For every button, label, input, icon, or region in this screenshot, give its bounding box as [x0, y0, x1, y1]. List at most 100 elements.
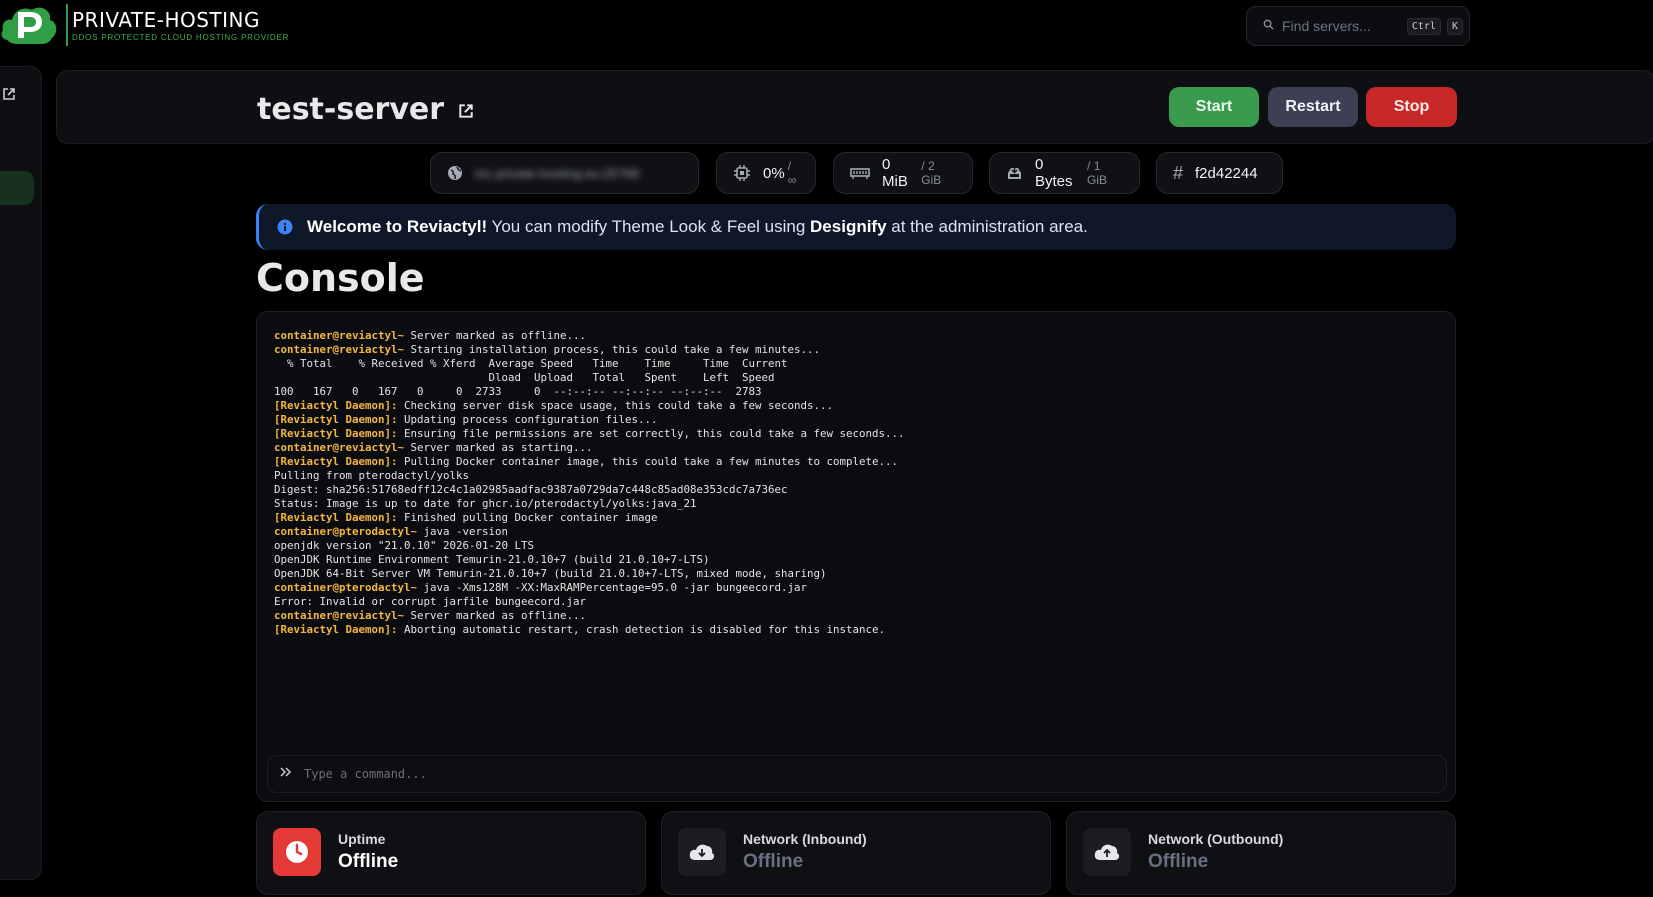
- cloud-upload-icon: [1083, 828, 1131, 876]
- console-line: OpenJDK Runtime Environment Temurin-21.0…: [274, 553, 1434, 567]
- console-line-prefix: container@reviactyl~: [274, 609, 405, 622]
- console-line-text: % Total % Received % Xferd Average Speed…: [274, 357, 788, 370]
- network-inbound-card: Network (Inbound) Offline: [661, 811, 1051, 895]
- shortcut-key: K: [1446, 17, 1463, 35]
- brand-title: PRIVATE-HOSTING: [72, 8, 261, 32]
- cloud-download-icon: [678, 828, 726, 876]
- sidebar: [0, 66, 42, 880]
- notice-lead: Welcome to Reviactyl!: [307, 217, 488, 236]
- console-line-prefix: container@reviactyl~: [274, 441, 405, 454]
- console-line: openjdk version "21.0.10" 2026-01-20 LTS: [274, 539, 1434, 553]
- console-line: [Reviactyl Daemon]: Finished pulling Doc…: [274, 511, 1434, 525]
- memory-pill: 0 MiB / 2 GiB: [833, 152, 973, 194]
- console-line: [Reviactyl Daemon]: Aborting automatic r…: [274, 623, 1434, 637]
- console-line: 100 167 0 167 0 0 2733 0 --:--:-- --:--:…: [274, 385, 1434, 399]
- console-line-prefix: container@reviactyl~: [274, 343, 405, 356]
- sidebar-item-active[interactable]: [0, 171, 34, 205]
- console-heading: Console: [256, 256, 425, 300]
- console-line-prefix: [Reviactyl Daemon]:: [274, 399, 398, 412]
- console-line: OpenJDK 64-Bit Server VM Temurin-21.0.10…: [274, 567, 1434, 581]
- console-line-prefix: container@pterodactyl~: [274, 525, 418, 538]
- external-link-icon[interactable]: [458, 92, 474, 127]
- uptime-value: Offline: [338, 851, 399, 872]
- console-line-text: Updating process configuration files...: [397, 413, 658, 426]
- restart-button[interactable]: Restart: [1268, 87, 1358, 127]
- brand-logo[interactable]: PRIVATE-HOSTING DDOS PROTECTED CLOUD HOS…: [0, 0, 289, 50]
- console-line: container@reviactyl~ Server marked as of…: [274, 609, 1434, 623]
- console-line-prefix: [Reviactyl Daemon]:: [274, 623, 398, 636]
- console-line-text: Server marked as starting...: [404, 441, 593, 454]
- console-line-prefix: container@reviactyl~: [274, 329, 405, 342]
- command-input[interactable]: [304, 767, 1446, 781]
- console-line: Digest: sha256:51768edff12c4c1a02985aadf…: [274, 483, 1434, 497]
- uptime-card: Uptime Offline: [256, 811, 646, 895]
- disk-pill: 0 Bytes / 1 GiB: [989, 152, 1140, 194]
- console-line-prefix: container@pterodactyl~: [274, 581, 418, 594]
- console-line-text: Server marked as offline...: [404, 329, 587, 342]
- console-line-text: Ensuring file permissions are set correc…: [397, 427, 905, 440]
- console-output[interactable]: container@reviactyl~ Server marked as of…: [274, 329, 1434, 637]
- stop-button[interactable]: Stop: [1366, 87, 1457, 127]
- console-line-text: Pulling from pterodactyl/yolks: [274, 469, 470, 482]
- memory-limit: / 2 GiB: [921, 159, 942, 187]
- console-line-text: Finished pulling Docker container image: [397, 511, 658, 524]
- console-line-text: Server marked as offline...: [404, 609, 587, 622]
- hash-icon: #: [1173, 162, 1184, 183]
- console-line-text: Checking server disk space usage, this c…: [397, 399, 834, 412]
- console-line-prefix: [Reviactyl Daemon]:: [274, 511, 398, 524]
- network-inbound-value: Offline: [743, 851, 804, 872]
- console-line: [Reviactyl Daemon]: Updating process con…: [274, 413, 1434, 427]
- console-line: container@pterodactyl~ java -Xms128M -XX…: [274, 581, 1434, 595]
- globe-icon: [447, 165, 463, 181]
- server-id-pill[interactable]: # f2d42244: [1156, 152, 1283, 194]
- disk-limit: / 1 GiB: [1087, 159, 1108, 187]
- console-line-text: OpenJDK 64-Bit Server VM Temurin-21.0.10…: [274, 567, 827, 580]
- console-line: [Reviactyl Daemon]: Checking server disk…: [274, 399, 1434, 413]
- console-line-text: Pulling Docker container image, this cou…: [397, 455, 899, 468]
- notice-highlight: Designify: [810, 217, 887, 236]
- console-line: Pulling from pterodactyl/yolks: [274, 469, 1434, 483]
- server-id: f2d42244: [1195, 164, 1258, 182]
- cpu-value: 0%: [763, 164, 785, 182]
- cpu-pill: 0% / ∞: [716, 152, 816, 194]
- welcome-notice: Welcome to Reviactyl! You can modify The…: [256, 204, 1456, 250]
- cpu-icon: [733, 164, 751, 182]
- network-inbound-label: Network (Inbound): [743, 831, 867, 847]
- external-link-icon[interactable]: [2, 87, 16, 106]
- console-line-text: java -Xms128M -XX:MaxRAMPercentage=95.0 …: [417, 581, 808, 594]
- console-line: % Total % Received % Xferd Average Speed…: [274, 357, 1434, 371]
- console-line-prefix: [Reviactyl Daemon]:: [274, 413, 398, 426]
- server-title: test-server: [257, 92, 474, 127]
- console-panel: container@reviactyl~ Server marked as of…: [256, 311, 1456, 802]
- console-line-text: openjdk version "21.0.10" 2026-01-20 LTS: [274, 539, 535, 552]
- address-pill[interactable]: mc.private-hosting.eu:25768: [430, 152, 699, 194]
- cpu-limit: / ∞: [787, 159, 797, 187]
- console-line-prefix: [Reviactyl Daemon]:: [274, 427, 398, 440]
- start-button[interactable]: Start: [1169, 87, 1259, 127]
- console-line: container@pterodactyl~ java -version: [274, 525, 1434, 539]
- console-line-text: Starting installation process, this coul…: [404, 343, 821, 356]
- search-icon: [1263, 17, 1274, 35]
- memory-icon: [850, 166, 870, 180]
- info-icon: [277, 219, 293, 235]
- search-placeholder: Find servers...: [1282, 18, 1371, 34]
- notice-text-1: You can modify Theme Look & Feel using: [487, 217, 811, 236]
- console-line-text: Error: Invalid or corrupt jarfile bungee…: [274, 595, 587, 608]
- chevrons-right-icon: [280, 765, 292, 783]
- console-line: container@reviactyl~ Server marked as of…: [274, 329, 1434, 343]
- console-line: container@reviactyl~ Starting installati…: [274, 343, 1434, 357]
- console-line: [Reviactyl Daemon]: Pulling Docker conta…: [274, 455, 1434, 469]
- server-name: test-server: [257, 92, 445, 127]
- cloud-logo-icon: [0, 0, 60, 50]
- server-address: mc.private-hosting.eu:25768: [475, 165, 640, 181]
- console-line-text: 100 167 0 167 0 0 2733 0 --:--:-- --:--:…: [274, 385, 762, 398]
- clock-icon: [273, 828, 321, 876]
- search-servers[interactable]: Find servers... Ctrl K: [1246, 6, 1470, 46]
- console-line-prefix: [Reviactyl Daemon]:: [274, 455, 398, 468]
- brand-subtitle: DDOS PROTECTED CLOUD HOSTING PROVIDER: [72, 33, 290, 42]
- console-line: container@reviactyl~ Server marked as st…: [274, 441, 1434, 455]
- console-line: Error: Invalid or corrupt jarfile bungee…: [274, 595, 1434, 609]
- console-line-text: Dload Upload Total Spent Left Speed: [274, 371, 775, 384]
- console-line-text: Digest: sha256:51768edff12c4c1a02985aadf…: [274, 483, 788, 496]
- network-outbound-value: Offline: [1148, 851, 1209, 872]
